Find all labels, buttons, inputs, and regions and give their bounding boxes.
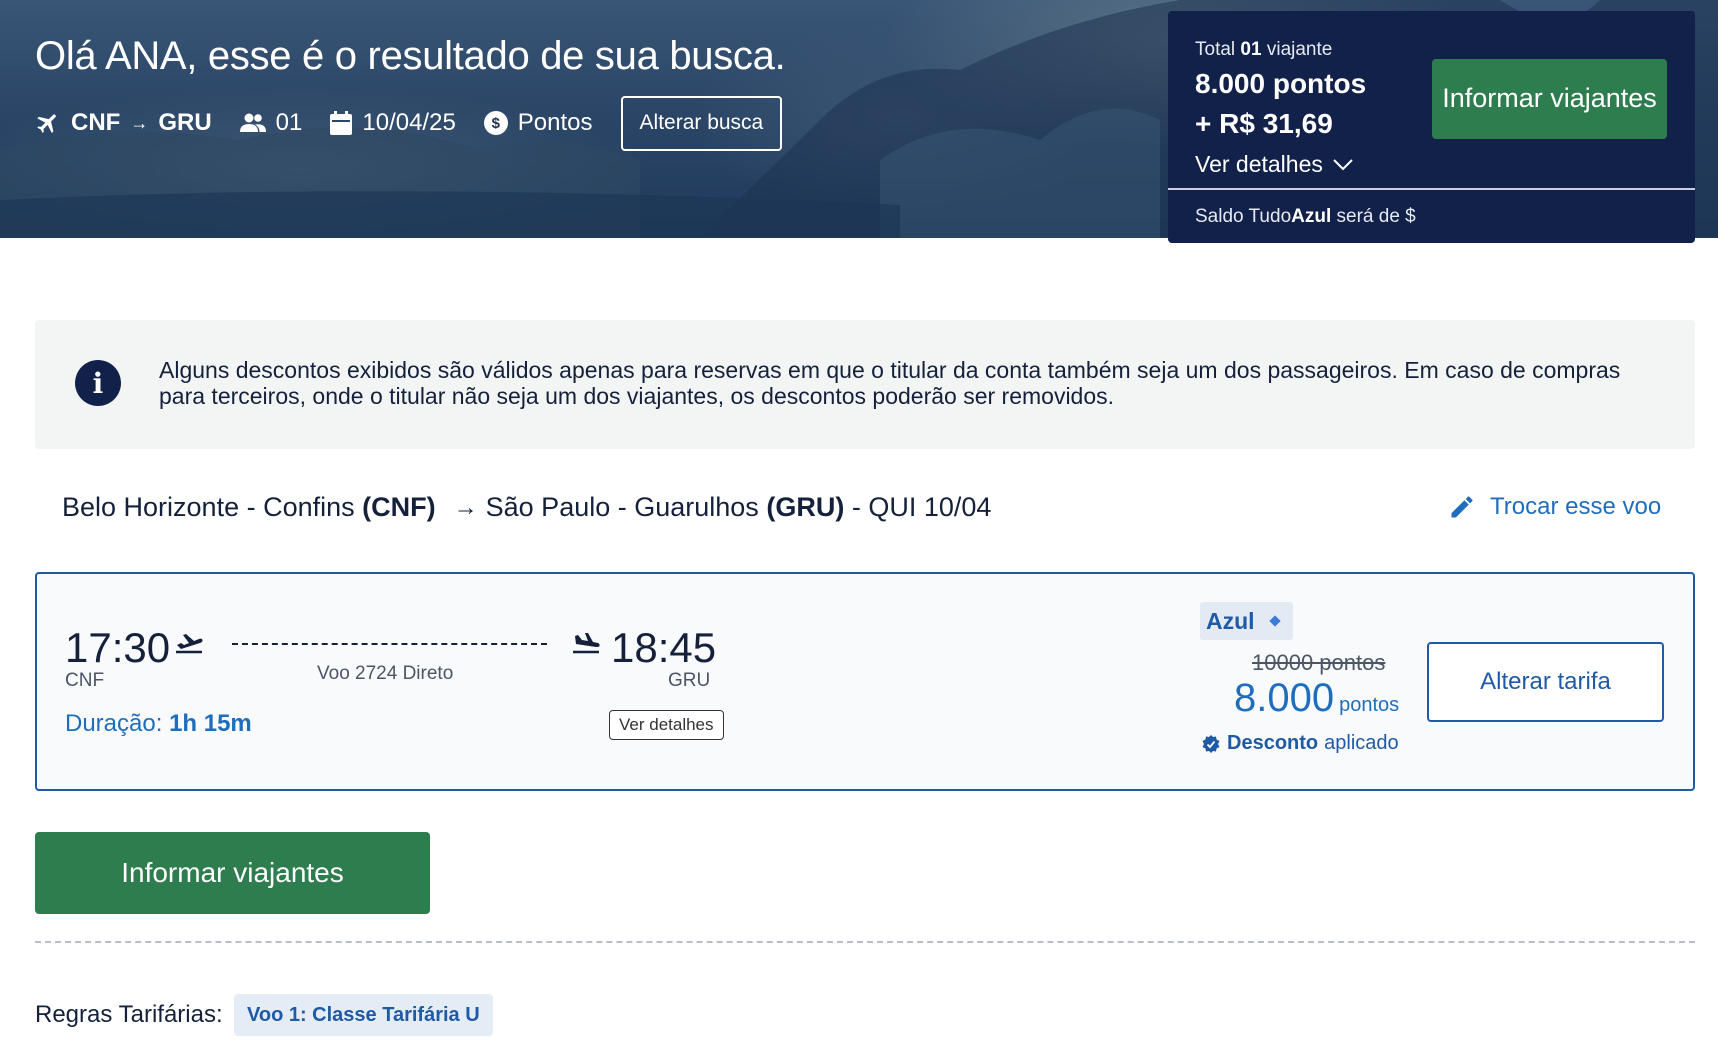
route-summary: CNF → GRU: [35, 109, 212, 137]
flight-duration: Duração: 1h 15m: [65, 710, 252, 738]
flight-card[interactable]: 17:30 CNF Voo 2724 Direto 18:45 GRU Dura…: [35, 572, 1695, 791]
search-summary: CNF → GRU 01 10/04/25 $ Pontos Alterar b…: [35, 95, 783, 151]
arrow-right-icon: →: [453, 493, 478, 521]
summary-details-toggle[interactable]: Ver detalhes: [1195, 151, 1353, 178]
chevron-down-icon: [1333, 158, 1353, 170]
change-flight-link[interactable]: Trocar esse voo: [1448, 493, 1661, 521]
price-value: 8.000: [1234, 676, 1335, 720]
arrival-code: GRU: [668, 670, 711, 691]
origin-code-bold: (CNF): [362, 492, 436, 522]
balance-info: Saldo TudoAzul será de $: [1195, 206, 1420, 228]
info-icon: i: [75, 360, 121, 406]
date-value: 10/04/25: [362, 109, 456, 136]
arrival-time: 18:45: [611, 624, 717, 671]
change-flight-label: Trocar esse voo: [1490, 493, 1662, 520]
total-money: + R$ 31,69: [1195, 108, 1333, 139]
section-divider: [35, 941, 1695, 943]
duration-label: Duração:: [65, 710, 163, 737]
date-summary: 10/04/25: [330, 109, 456, 137]
flight-path-line: [232, 643, 547, 645]
people-icon: [239, 113, 266, 132]
destination-city: São Paulo - Guarulhos: [485, 492, 759, 522]
summary-divider: [1168, 188, 1695, 190]
summary-inform-travelers-button[interactable]: Informar viajantes: [1432, 59, 1667, 139]
payment-summary: $ Pontos: [483, 109, 593, 137]
summary-details-label: Ver detalhes: [1195, 151, 1323, 177]
balance-prefix: Saldo Tudo: [1195, 206, 1292, 227]
fare-rules-label: Regras Tarifárias:: [35, 1001, 223, 1028]
traveler-label: viajante: [1266, 39, 1333, 60]
calendar-icon: [330, 111, 353, 135]
discount-notice-text: Alguns descontos exibidos são válidos ap…: [159, 357, 1621, 409]
flight-details-button[interactable]: Ver detalhes: [609, 710, 724, 740]
traveler-count: 01: [1240, 39, 1262, 60]
inform-travelers-button[interactable]: Informar viajantes: [35, 832, 430, 914]
change-search-button[interactable]: Alterar busca: [620, 95, 783, 151]
balance-brand: Azul: [1291, 206, 1332, 227]
airplane-icon: [37, 114, 56, 133]
origin-city: Belo Horizonte - Confins: [62, 492, 355, 522]
balance-suffix: será de $: [1336, 206, 1416, 227]
discount-rest: aplicado: [1324, 732, 1399, 754]
takeoff-icon: [176, 634, 203, 654]
fare-brand-badge: Azul: [1200, 602, 1293, 640]
pencil-icon: [1451, 496, 1473, 518]
price-unit: pontos: [1339, 694, 1400, 716]
total-prefix: Total: [1195, 39, 1236, 60]
route-header: Belo Horizonte - Confins (CNF) → São Pau…: [62, 492, 991, 523]
passengers-summary: 01: [239, 109, 303, 137]
discount-applied: Desconto aplicado: [1202, 732, 1399, 755]
landing-icon: [573, 633, 600, 654]
original-price: 10000 pontos: [1252, 650, 1386, 675]
change-fare-button[interactable]: Alterar tarifa: [1427, 642, 1664, 722]
fare-rule-chip[interactable]: Voo 1: Classe Tarifária U: [234, 994, 493, 1036]
origin-code: CNF: [71, 109, 121, 136]
payment-mode: Pontos: [517, 109, 593, 136]
discounted-price: 8.000 pontos: [1234, 676, 1399, 721]
fare-rule-chip-label: Voo 1: Classe Tarifária U: [247, 1003, 480, 1026]
total-travelers-label: Total 01 viajante: [1195, 39, 1332, 61]
booking-summary-panel: Total 01 viajante 8.000 pontos + R$ 31,6…: [1168, 11, 1695, 243]
page-title: Olá ANA, esse é o resultado de sua busca…: [35, 34, 786, 78]
destination-code: GRU: [158, 109, 212, 136]
discount-badge-icon: [1202, 734, 1220, 753]
total-points: 8.000 pontos: [1195, 68, 1367, 99]
arrow-right-icon: →: [130, 112, 149, 133]
flight-number: Voo 2724 Direto: [317, 663, 454, 684]
departure-code: CNF: [65, 670, 105, 691]
fare-brand-name: Azul: [1206, 607, 1255, 634]
diamond-icon: [1268, 615, 1281, 627]
dollar-coin-icon: $: [483, 111, 508, 135]
duration-value: 1h 15m: [169, 710, 252, 737]
passengers-count: 01: [275, 109, 303, 136]
discount-notice: i Alguns descontos exibidos são válidos …: [35, 320, 1695, 449]
discount-bold: Desconto: [1227, 732, 1319, 754]
departure-time: 17:30: [65, 624, 171, 671]
destination-code-bold: (GRU): [766, 492, 845, 522]
route-date: - QUI 10/04: [851, 492, 992, 522]
